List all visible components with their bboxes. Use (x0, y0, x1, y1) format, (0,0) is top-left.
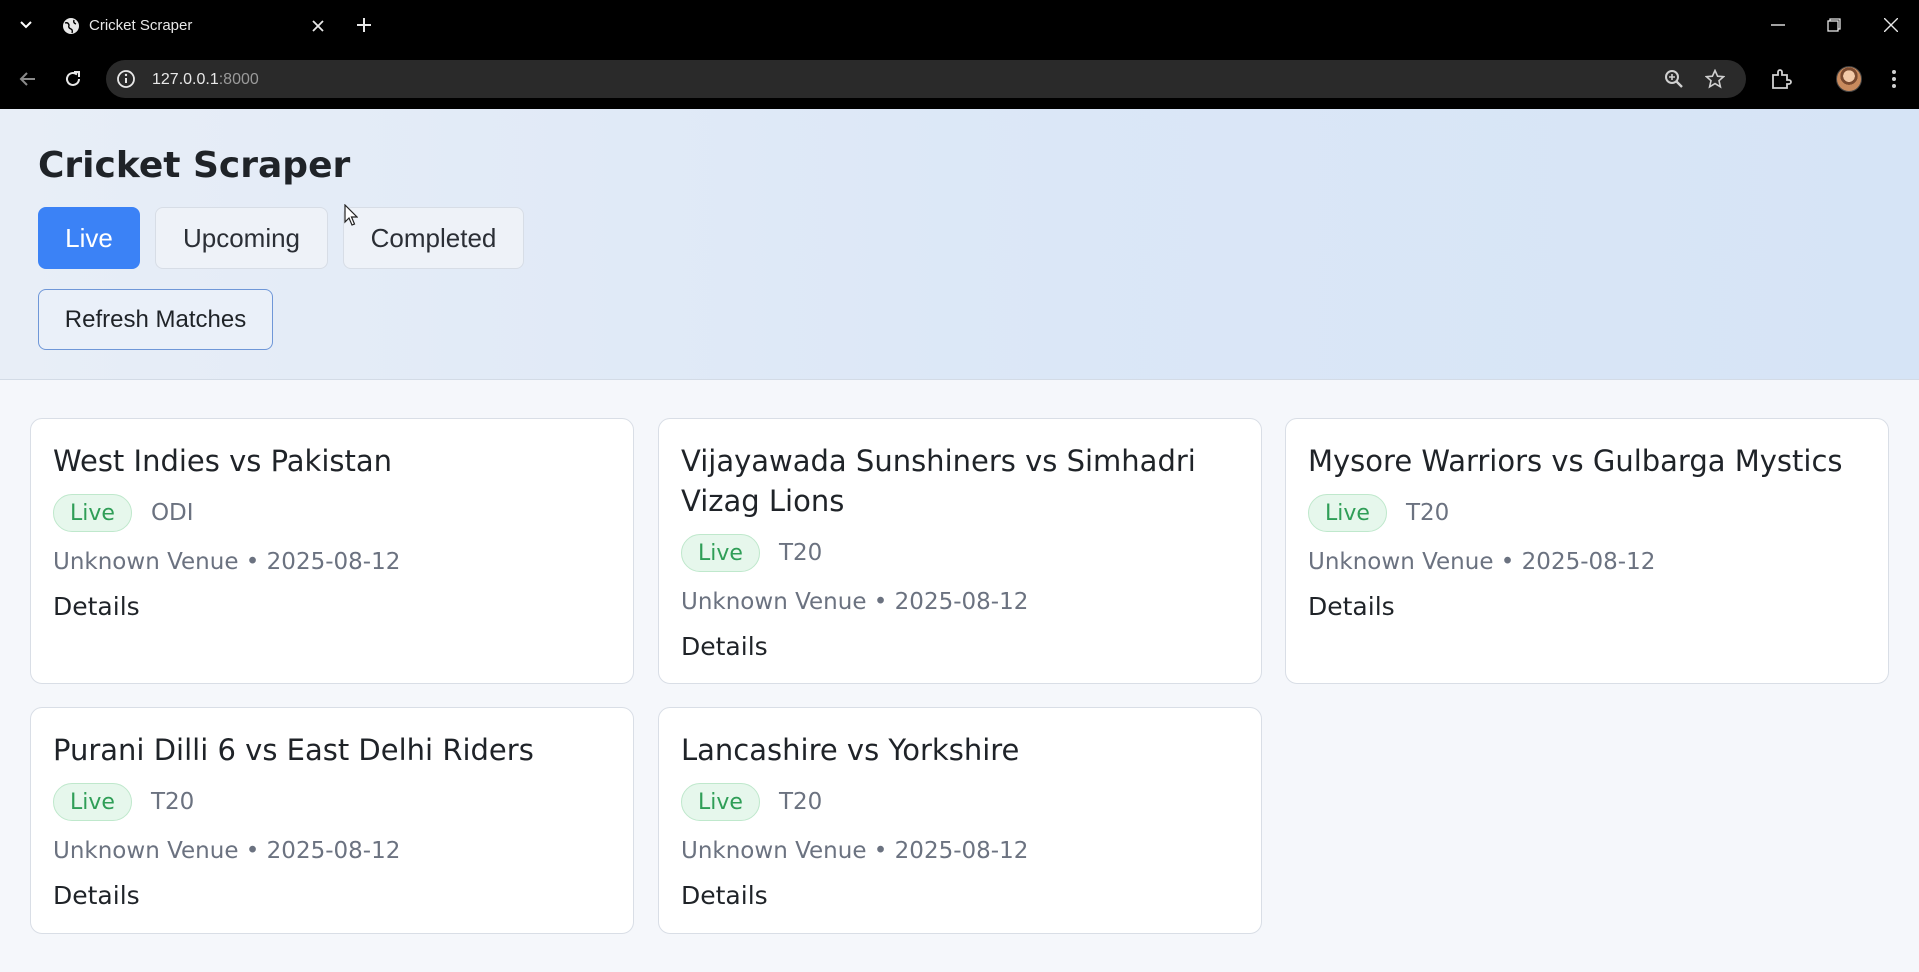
close-window-icon[interactable] (1871, 8, 1911, 42)
match-meta: Live T20 (1308, 493, 1449, 533)
close-tab-icon[interactable] (308, 16, 328, 36)
browser-toolbar: 127.0.0.1:8000 (0, 50, 1919, 109)
match-format: T20 (778, 540, 823, 566)
status-badge: Live (53, 494, 132, 532)
match-card: Mysore Warriors vs Gulbarga Mystics Live… (1285, 418, 1889, 684)
restore-icon[interactable] (1814, 8, 1854, 42)
tab-search-icon[interactable] (14, 13, 38, 37)
details-link[interactable]: Details (1308, 592, 1395, 622)
match-title: Lancashire vs Yorkshire (681, 733, 1020, 767)
new-tab-plus-icon[interactable] (352, 13, 376, 37)
header-section: Cricket Scraper Live Upcoming Completed … (0, 109, 1919, 380)
extensions-icon[interactable] (1769, 67, 1793, 91)
status-badge: Live (681, 783, 760, 821)
details-link[interactable]: Details (681, 881, 768, 911)
status-badge: Live (53, 783, 132, 821)
match-title: Mysore Warriors vs Gulbarga Mystics (1308, 444, 1843, 478)
match-meta: Live ODI (53, 493, 194, 533)
refresh-matches-button[interactable]: Refresh Matches (38, 289, 273, 350)
match-format: T20 (150, 789, 195, 815)
status-badge: Live (1308, 494, 1387, 532)
match-format: ODI (150, 500, 194, 526)
filter-upcoming-button[interactable]: Upcoming (155, 207, 328, 269)
minimize-icon[interactable] (1758, 8, 1798, 42)
tab-title: Cricket Scraper (89, 17, 193, 34)
match-meta: Live T20 (681, 782, 822, 822)
back-icon[interactable] (14, 66, 40, 92)
profile-avatar[interactable] (1836, 66, 1862, 92)
venue-date: Unknown Venue • 2025-08-12 (53, 549, 401, 575)
details-link[interactable]: Details (53, 881, 140, 911)
match-title: Vijayawada Sunshiners vs Simhadri Vizag … (681, 444, 1196, 518)
details-link[interactable]: Details (681, 632, 768, 662)
match-meta: Live T20 (53, 782, 194, 822)
url-host: 127.0.0.1 (152, 71, 219, 88)
venue-date: Unknown Venue • 2025-08-12 (681, 589, 1029, 615)
star-icon[interactable] (1705, 69, 1725, 89)
browser-tab[interactable]: Cricket Scraper (50, 6, 340, 46)
match-format: T20 (778, 789, 823, 815)
globe-icon (63, 18, 79, 34)
details-link[interactable]: Details (53, 592, 140, 622)
filter-live-button[interactable]: Live (38, 207, 140, 269)
info-icon[interactable] (116, 69, 136, 89)
url-text[interactable]: 127.0.0.1:8000 (152, 70, 259, 89)
venue-date: Unknown Venue • 2025-08-12 (681, 838, 1029, 864)
match-card: West Indies vs Pakistan Live ODI Unknown… (30, 418, 634, 684)
url-port: :8000 (218, 71, 259, 88)
venue-date: Unknown Venue • 2025-08-12 (1308, 549, 1656, 575)
status-badge: Live (681, 534, 760, 572)
match-format: T20 (1405, 500, 1450, 526)
browser-tab-strip: Cricket Scraper (0, 0, 1919, 50)
mouse-cursor-icon (344, 204, 358, 226)
page-content: Cricket Scraper Live Upcoming Completed … (0, 109, 1919, 972)
address-bar[interactable]: 127.0.0.1:8000 (106, 60, 1746, 98)
match-card: Lancashire vs Yorkshire Live T20 Unknown… (658, 707, 1262, 934)
match-meta: Live T20 (681, 533, 822, 573)
zoom-icon[interactable] (1664, 69, 1684, 89)
venue-date: Unknown Venue • 2025-08-12 (53, 838, 401, 864)
filter-completed-button[interactable]: Completed (343, 207, 524, 269)
reload-icon[interactable] (60, 66, 86, 92)
match-card: Vijayawada Sunshiners vs Simhadri Vizag … (658, 418, 1262, 684)
match-title: Purani Dilli 6 vs East Delhi Riders (53, 733, 534, 767)
match-title: West Indies vs Pakistan (53, 444, 393, 478)
page-title: Cricket Scraper (38, 145, 351, 186)
kebab-menu-icon[interactable] (1882, 67, 1906, 91)
match-card: Purani Dilli 6 vs East Delhi Riders Live… (30, 707, 634, 934)
